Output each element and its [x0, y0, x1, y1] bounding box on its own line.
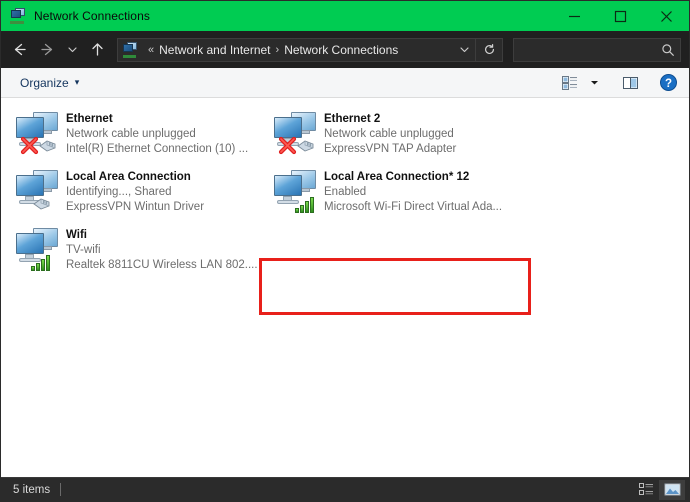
navigation-bar: « Network and Internet › Network Connect…	[1, 31, 689, 68]
cable-plug-icon	[295, 137, 317, 153]
connection-status: Network cable unplugged	[324, 127, 519, 142]
network-connections-window: Network Connections	[0, 0, 690, 502]
breadcrumb-network-connections[interactable]: Network Connections	[284, 43, 398, 57]
list-item-text: Ethernet 2 Network cable unplugged Expre…	[324, 110, 519, 157]
details-view-button[interactable]	[633, 480, 659, 500]
connection-name: Wifi	[66, 228, 261, 243]
red-x-icon	[20, 136, 39, 155]
title-bar: Network Connections	[1, 1, 689, 31]
command-bar: Organize ▾	[1, 68, 689, 98]
network-adapter-icon	[271, 168, 319, 216]
svg-text:?: ?	[664, 78, 671, 90]
connection-name: Local Area Connection	[66, 170, 261, 185]
chevron-down-icon[interactable]	[453, 39, 475, 61]
network-connections-icon	[10, 8, 26, 24]
preview-pane-button[interactable]	[617, 71, 643, 95]
list-item-text: Local Area Connection Identifying..., Sh…	[66, 168, 261, 215]
connection-name: Ethernet	[66, 112, 261, 127]
item-count-label: 5 items	[13, 484, 50, 496]
connection-device: ExpressVPN Wintun Driver	[66, 200, 261, 215]
connection-name: Local Area Connection* 12	[324, 170, 519, 185]
search-icon[interactable]	[656, 39, 680, 61]
network-adapter-icon	[13, 168, 61, 216]
large-icons-view-button[interactable]	[659, 480, 685, 500]
chevron-down-icon: ▾	[75, 77, 80, 88]
connection-device: Microsoft Wi-Fi Direct Virtual Ada...	[324, 200, 519, 215]
list-item[interactable]: Ethernet 2 Network cable unplugged Expre…	[265, 104, 523, 162]
network-adapter-icon	[271, 110, 319, 158]
network-icon	[122, 42, 138, 58]
up-button[interactable]	[83, 36, 111, 64]
organize-button[interactable]: Organize ▾	[15, 73, 84, 93]
red-x-icon	[278, 136, 297, 155]
status-divider	[60, 483, 61, 496]
connections-list: Ethernet Network cable unplugged Intel(R…	[1, 98, 689, 477]
back-button[interactable]	[5, 36, 33, 64]
list-item[interactable]: Ethernet Network cable unplugged Intel(R…	[7, 104, 265, 162]
tile-grid: Ethernet Network cable unplugged Intel(R…	[1, 98, 689, 278]
breadcrumb-separator[interactable]: ›	[271, 44, 285, 56]
change-view-button[interactable]	[557, 71, 583, 95]
status-bar: 5 items	[1, 477, 689, 501]
connection-status: Network cable unplugged	[66, 127, 261, 142]
connection-name: Ethernet 2	[324, 112, 519, 127]
connection-device: Intel(R) Ethernet Connection (10) ...	[66, 142, 261, 157]
connection-status: Enabled	[324, 185, 519, 200]
window-title: Network Connections	[34, 9, 150, 23]
forward-button[interactable]	[33, 36, 61, 64]
list-item[interactable]: Wifi TV-wifi Realtek 8811CU Wireless LAN…	[7, 220, 265, 278]
breadcrumb-network-and-internet[interactable]: Network and Internet	[159, 43, 270, 57]
search-input[interactable]	[514, 43, 656, 57]
list-item[interactable]: Local Area Connection Identifying..., Sh…	[7, 162, 265, 220]
connection-device: Realtek 8811CU Wireless LAN 802....	[66, 258, 261, 273]
address-bar[interactable]: « Network and Internet › Network Connect…	[117, 38, 503, 62]
signal-bars-icon	[31, 252, 53, 271]
cable-plug-icon	[31, 195, 53, 211]
connection-device: ExpressVPN TAP Adapter	[324, 142, 519, 157]
list-item-text: Ethernet Network cable unplugged Intel(R…	[66, 110, 261, 157]
window-controls	[551, 1, 689, 31]
organize-label: Organize	[20, 76, 69, 90]
change-view-dropdown[interactable]	[585, 71, 603, 95]
signal-bars-icon	[295, 194, 317, 213]
connection-status: TV-wifi	[66, 243, 261, 258]
recent-locations-button[interactable]	[61, 36, 83, 64]
cable-plug-icon	[37, 137, 59, 153]
toolbar-right-group: ?	[557, 71, 681, 95]
search-box[interactable]	[513, 38, 681, 62]
list-item-text: Local Area Connection* 12 Enabled Micros…	[324, 168, 519, 215]
minimize-button[interactable]	[551, 1, 597, 31]
connection-status: Identifying..., Shared	[66, 185, 261, 200]
help-button[interactable]: ?	[655, 71, 681, 95]
list-item[interactable]: Local Area Connection* 12 Enabled Micros…	[265, 162, 523, 220]
list-item-text: Wifi TV-wifi Realtek 8811CU Wireless LAN…	[66, 226, 261, 273]
network-adapter-icon	[13, 110, 61, 158]
close-button[interactable]	[643, 1, 689, 31]
network-adapter-icon	[13, 226, 61, 274]
refresh-button[interactable]	[476, 39, 502, 61]
maximize-button[interactable]	[597, 1, 643, 31]
breadcrumb-overflow[interactable]: «	[143, 44, 159, 56]
